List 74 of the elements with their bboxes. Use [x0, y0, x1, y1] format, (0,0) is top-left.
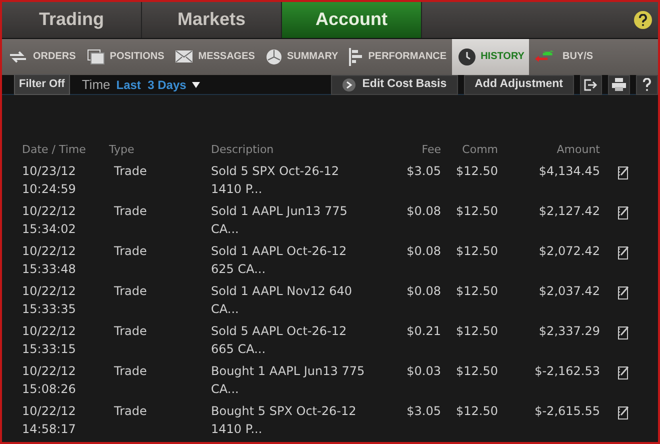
- nav-tab[interactable]: MESSAGES: [169, 38, 260, 75]
- table-cell-text: $12.50: [455, 363, 498, 380]
- table-cell-text: $-2,162.53: [534, 363, 600, 380]
- table-cell-text: $12.50: [455, 323, 498, 340]
- table-cell-text: 10/22/12 15:08:26: [22, 363, 77, 398]
- table-cell-text: $3.05: [406, 163, 441, 180]
- table-cell-text: Sold 5 SPX Oct-26-12 1410 P...: [211, 163, 340, 198]
- table-cell-text: $12.50: [455, 283, 498, 300]
- table-cell-text: $12.50: [455, 243, 498, 260]
- table-cell-text: $0.03: [406, 363, 441, 380]
- envelope-icon: [175, 50, 194, 64]
- nav-tab[interactable]: Account: [282, 2, 422, 38]
- bar-list-icon: [349, 48, 364, 66]
- filter-button[interactable]: Filter Off: [14, 74, 70, 95]
- nav-tab[interactable]: ORDERS: [2, 38, 81, 75]
- nav-tab[interactable]: HISTORY: [452, 38, 530, 75]
- export-icon[interactable]: [580, 74, 602, 94]
- print-icon[interactable]: [608, 74, 630, 94]
- table-cell-text: Trade: [113, 203, 148, 220]
- help-icon[interactable]: [636, 74, 658, 94]
- table-cell-text: 10/22/12 15:33:15: [22, 323, 77, 358]
- table-cell-text: $2,072.42: [538, 243, 600, 260]
- table-cell-text: Sold 5 AAPL Oct-26-12 665 CA...: [211, 323, 348, 358]
- table-cell-text: Trade: [113, 403, 148, 420]
- table-cell-text: Trade: [113, 243, 148, 260]
- table-cell-text: $2,337.29: [538, 323, 600, 340]
- table-cell-text: Bought 5 SPX Oct-26-12 1410 P...: [211, 403, 358, 438]
- table-cell-text: $12.50: [455, 403, 498, 420]
- table-cell-text: Sold 1 AAPL Nov12 640 CA...: [211, 283, 354, 318]
- table-cell-text: $2,037.42: [538, 283, 600, 300]
- time-range-link[interactable]: Last 3 Days: [116, 76, 186, 94]
- edit-cost-basis-button[interactable]: Edit Cost Basis: [331, 74, 458, 94]
- table-cell-text: $0.08: [406, 283, 441, 300]
- table-cell-text: 10/22/12 14:58:17: [22, 403, 77, 438]
- table-cell-text: 10/23/12 10:24:59: [22, 163, 77, 198]
- table-cell-text: 10/22/12 15:34:02: [22, 203, 77, 238]
- play-circle-icon: [342, 78, 356, 92]
- stacked-pages-icon: [86, 48, 105, 65]
- table-cell-text: $0.08: [406, 243, 441, 260]
- column-header: Amount: [556, 142, 600, 158]
- time-label: Time: [82, 76, 110, 94]
- table-cell-text: $0.21: [406, 323, 441, 340]
- nav-tab[interactable]: PERFORMANCE: [343, 38, 452, 75]
- nav-tab[interactable]: SUMMARY: [260, 38, 344, 75]
- table-cell-text: $4,134.45: [538, 163, 600, 180]
- table-cell-text: Sold 1 AAPL Jun13 775 CA...: [211, 203, 348, 238]
- pie-chart-icon: [266, 48, 282, 65]
- column-header: Date / Time: [22, 142, 87, 158]
- table-cell-text: 10/22/12 15:33:35: [22, 283, 77, 318]
- arrows-icon: [8, 50, 28, 63]
- add-adjustment-button[interactable]: Add Adjustment: [464, 74, 574, 94]
- help-icon[interactable]: [634, 10, 652, 29]
- table-cell-text: $2,127.42: [538, 203, 600, 220]
- table-cell-text: Trade: [113, 283, 148, 300]
- dropdown-caret-icon[interactable]: [192, 82, 200, 88]
- nav-tab[interactable]: BUY/S: [529, 38, 598, 75]
- table-cell-text: $12.50: [455, 203, 498, 220]
- table-cell-text: $0.08: [406, 203, 441, 220]
- table-cell-text: Sold 1 AAPL Oct-26-12 625 CA...: [211, 243, 348, 278]
- table-cell-text: Trade: [113, 323, 148, 340]
- table-cell-text: Bought 1 AAPL Jun13 775 CA...: [211, 363, 366, 398]
- table-cell-text: $3.05: [406, 403, 441, 420]
- table-cell-text: $-2,615.55: [534, 403, 600, 420]
- table-cell-text: $12.50: [455, 163, 498, 180]
- clock-icon: [458, 48, 476, 66]
- nav-tab[interactable]: Trading: [2, 2, 142, 38]
- table-cell-text: Trade: [113, 163, 148, 180]
- column-header: Type: [109, 142, 136, 158]
- column-header: Comm: [461, 142, 498, 158]
- table-cell-text: 10/22/12 15:33:48: [22, 243, 77, 278]
- column-header: Description: [211, 142, 275, 158]
- nav-tab[interactable]: POSITIONS: [80, 38, 170, 75]
- column-header: Fee: [420, 142, 441, 158]
- table-cell-text: Trade: [113, 363, 148, 380]
